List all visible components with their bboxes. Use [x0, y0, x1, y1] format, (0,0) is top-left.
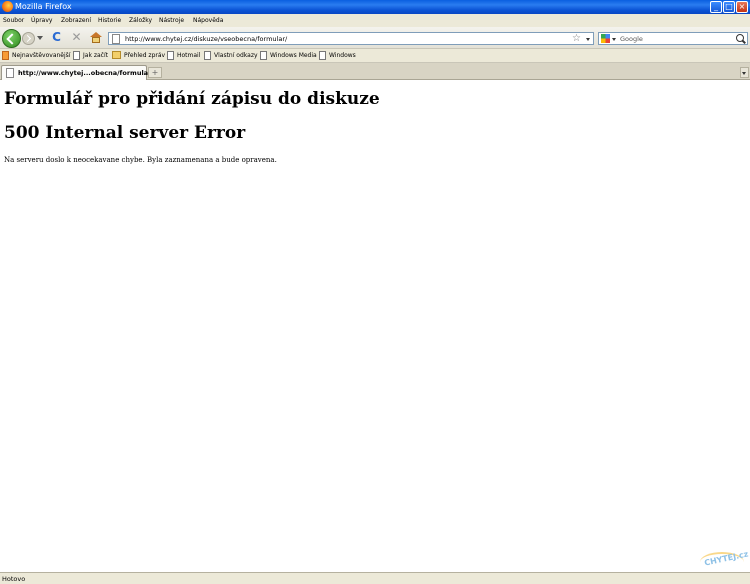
- menu-bookmarks[interactable]: Záložky: [129, 16, 152, 25]
- bookmark-star-icon[interactable]: ☆: [572, 33, 581, 44]
- home-button[interactable]: [90, 32, 102, 43]
- page-icon: [319, 51, 326, 60]
- page-icon: [112, 34, 120, 44]
- page-icon: [6, 68, 14, 78]
- window-title: Mozilla Firefox: [15, 2, 72, 11]
- menu-file[interactable]: Soubor: [3, 16, 24, 25]
- close-button[interactable]: ×: [736, 1, 748, 13]
- menu-help[interactable]: Nápověda: [193, 16, 223, 25]
- page-icon: [204, 51, 211, 60]
- tab-active[interactable]: http://www.chytej...obecna/formular/: [1, 65, 154, 80]
- reload-button[interactable]: C: [50, 31, 63, 44]
- url-text[interactable]: http://www.chytej.cz/diskuze/vseobecna/f…: [125, 34, 287, 44]
- page-icon: [167, 51, 174, 60]
- browser-window: Mozilla Firefox _ □ × Soubor Úpravy Zobr…: [0, 0, 750, 584]
- url-bar[interactable]: http://www.chytej.cz/diskuze/vseobecna/f…: [108, 32, 594, 45]
- bookmarks-toolbar: Nejnavštěvovanější Jak začít Přehled zpr…: [0, 49, 750, 63]
- error-heading: 500 Internal server Error: [4, 123, 246, 143]
- maximize-button[interactable]: □: [723, 1, 735, 13]
- bookmark-icon: [2, 51, 9, 60]
- bookmark-item[interactable]: Vlastní odkazy: [204, 51, 258, 61]
- new-tab-button[interactable]: +: [148, 67, 162, 78]
- back-button[interactable]: [2, 29, 21, 48]
- menu-edit[interactable]: Úpravy: [31, 16, 52, 25]
- page-icon: [260, 51, 267, 60]
- search-engine-dropdown-icon[interactable]: [612, 38, 616, 41]
- title-bar: Mozilla Firefox _ □ ×: [0, 0, 750, 14]
- feed-icon: [112, 51, 121, 59]
- bookmark-item[interactable]: Windows Media: [260, 51, 317, 61]
- error-message: Na serveru doslo k neocekavane chybe. By…: [4, 156, 277, 164]
- bookmark-item[interactable]: Jak začít: [73, 51, 108, 61]
- menu-bar: Soubor Úpravy Zobrazení Historie Záložky…: [0, 14, 750, 27]
- search-bar[interactable]: Google: [598, 32, 748, 45]
- url-dropdown-icon[interactable]: [586, 38, 590, 41]
- minimize-button[interactable]: _: [710, 1, 722, 13]
- page-heading: Formulář pro přidání zápisu do diskuze: [4, 89, 380, 109]
- search-input[interactable]: Google: [620, 34, 643, 44]
- search-engine-icon[interactable]: [601, 34, 610, 43]
- forward-button[interactable]: [22, 32, 35, 45]
- firefox-logo-icon: [2, 1, 13, 12]
- tab-label: http://www.chytej...obecna/formular/: [18, 69, 154, 77]
- navigation-toolbar: C ✕ http://www.chytej.cz/diskuze/vseobec…: [0, 27, 750, 49]
- menu-view[interactable]: Zobrazení: [61, 16, 91, 25]
- chytej-logo: CHYTEJ.cz: [700, 549, 749, 572]
- tab-bar: http://www.chytej...obecna/formular/ +: [0, 63, 750, 80]
- bookmark-item[interactable]: Windows: [319, 51, 356, 61]
- status-text: Hotovo: [2, 575, 26, 583]
- page-icon: [73, 51, 80, 60]
- tab-list-dropdown-icon[interactable]: [740, 67, 749, 78]
- menu-tools[interactable]: Nástroje: [159, 16, 184, 25]
- search-icon[interactable]: [736, 34, 744, 42]
- history-dropdown-icon[interactable]: [37, 36, 43, 40]
- bookmark-item[interactable]: Nejnavštěvovanější: [2, 51, 70, 61]
- bookmark-item[interactable]: Přehled zpráv: [112, 51, 165, 61]
- stop-button[interactable]: ✕: [70, 31, 83, 44]
- menu-history[interactable]: Historie: [98, 16, 121, 25]
- bookmark-item[interactable]: Hotmail: [167, 51, 200, 61]
- status-bar: Hotovo: [0, 572, 750, 584]
- page-content: Formulář pro přidání zápisu do diskuze 5…: [0, 80, 750, 572]
